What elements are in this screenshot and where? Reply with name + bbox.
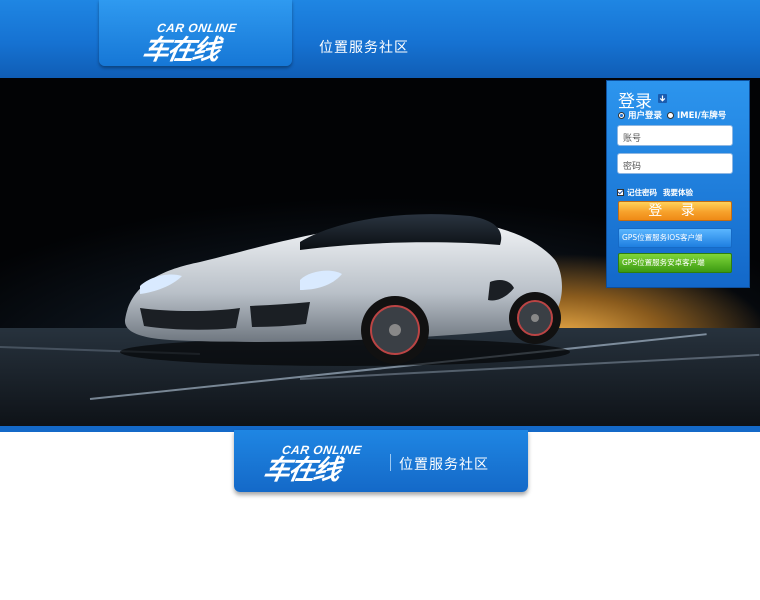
password-placeholder: 密码: [623, 162, 642, 172]
android-client-button[interactable]: GPS位置服务安卓客户端: [618, 253, 732, 273]
password-input[interactable]: 密码: [617, 153, 733, 174]
radio-imei-label: IMEI/车牌号: [677, 111, 727, 121]
trial-link[interactable]: 我要体验: [663, 187, 693, 198]
header-tagline: 位置服务社区: [319, 40, 409, 56]
account-input[interactable]: 账号: [617, 125, 733, 146]
radio-user-label: 用户登录: [628, 111, 663, 121]
footer-logo-panel: CAR ONLINE 车在线 位置服务社区: [234, 430, 528, 492]
page-header: CAR ONLINE 车在线 位置服务社区: [0, 0, 760, 78]
footer-divider: [390, 454, 391, 471]
footer-tagline: 位置服务社区: [399, 457, 489, 473]
radio-imei-login[interactable]: IMEI/车牌号: [667, 109, 726, 121]
ios-client-button[interactable]: GPS位置服务IOS客户端: [618, 228, 732, 248]
download-arrow-icon: [658, 94, 667, 103]
header-logo[interactable]: CAR ONLINE 车在线: [99, 0, 292, 66]
remember-label: 记住密码: [627, 188, 657, 197]
sports-car-image: [120, 214, 570, 366]
remember-row: 记住密码 我要体验: [617, 187, 693, 198]
login-submit-button[interactable]: 登 录: [618, 201, 732, 221]
radio-user-icon[interactable]: [618, 111, 625, 119]
radio-imei-icon[interactable]: [667, 111, 674, 119]
footer-logo-chinese-text: 车在线: [260, 455, 342, 486]
login-panel: 登录 用户登录 IMEI/车牌号 账号 密码 记住密码 我要体验 登 录 GPS…: [606, 80, 750, 288]
remember-checkbox[interactable]: [617, 189, 624, 196]
radio-user-login[interactable]: 用户登录: [618, 109, 662, 121]
account-placeholder: 账号: [623, 134, 642, 144]
logo-chinese-text: 车在线: [139, 35, 221, 66]
